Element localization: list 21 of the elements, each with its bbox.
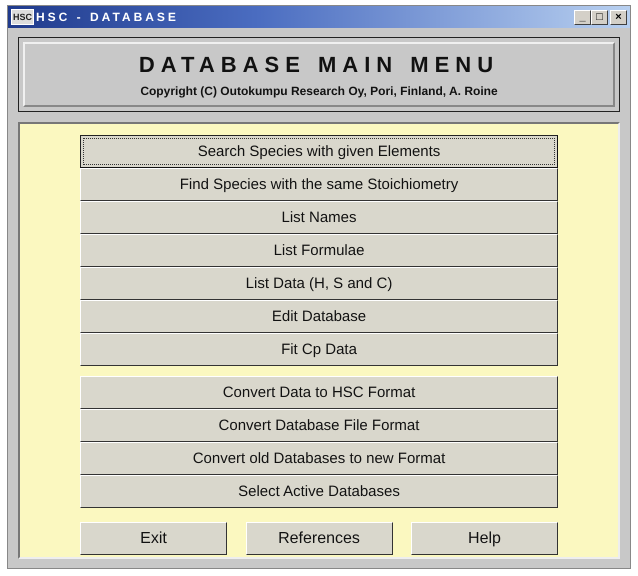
action-button[interactable]: Help — [411, 522, 558, 555]
menu-button[interactable]: Select Active Databases — [80, 475, 558, 508]
maximize-button[interactable]: □ — [591, 10, 608, 24]
menu-button[interactable]: Find Species with the same Stoichiometry — [80, 168, 558, 201]
copyright-text: Copyright (C) Outokumpu Research Oy, Pori, Finland, A. Roine — [139, 84, 499, 98]
app-icon: HSC — [11, 9, 34, 25]
menu-button[interactable]: Convert Database File Format — [80, 409, 558, 442]
menu-button[interactable]: Convert Data to HSC Format — [80, 376, 558, 409]
menu-button[interactable]: List Names — [80, 201, 558, 234]
menu-button[interactable]: List Formulae — [80, 234, 558, 267]
menu-button[interactable]: Convert old Databases to new Format — [80, 442, 558, 475]
menu-button[interactable]: Search Species with given Elements — [80, 135, 558, 168]
close-button[interactable]: × — [610, 10, 627, 24]
minimize-button[interactable]: _ — [574, 10, 591, 24]
menu-button[interactable]: Edit Database — [80, 300, 558, 333]
menu-title: DATABASE MAIN MENU — [138, 52, 500, 78]
menu-button[interactable]: List Data (H, S and C) — [80, 267, 558, 300]
menu-button[interactable]: Fit Cp Data — [80, 333, 558, 366]
window-title: HSC - DATABASE — [36, 10, 179, 24]
action-button[interactable]: Exit — [80, 522, 227, 555]
action-button[interactable]: References — [246, 522, 392, 555]
